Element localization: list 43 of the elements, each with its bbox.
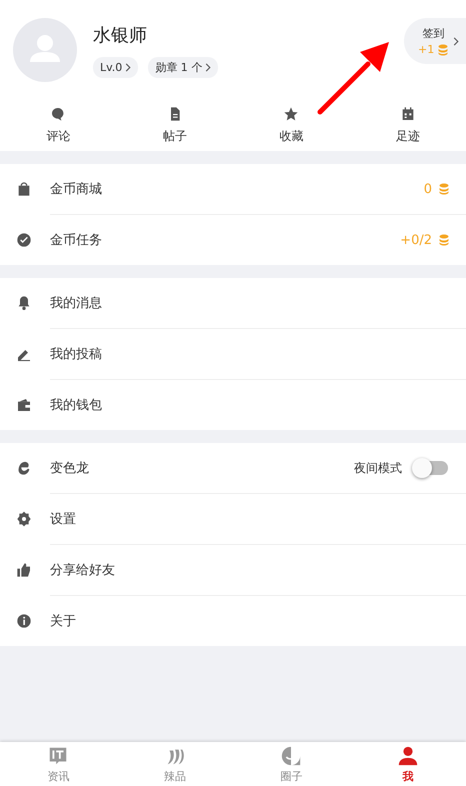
wallet-icon — [16, 397, 32, 413]
menu-item[interactable]: 我的投稿 — [50, 345, 450, 363]
toggle-label: 夜间模式 — [354, 460, 402, 476]
quick-action[interactable]: 收藏 — [279, 106, 304, 145]
menu-item[interactable]: 分享给好友 — [50, 561, 450, 579]
calendar-icon — [400, 106, 416, 122]
nav-tab[interactable]: 资讯 — [0, 742, 116, 786]
menu-item[interactable]: 金币任务 — [50, 231, 400, 249]
leaf-e-icon — [16, 460, 32, 476]
settings-icon — [16, 511, 32, 527]
menu-item[interactable]: 关于 — [50, 612, 450, 630]
menu-item[interactable]: 变色龙 — [50, 459, 354, 477]
menu-item[interactable]: 我的消息 — [50, 294, 450, 312]
coin-count: 0 — [424, 182, 432, 196]
nav-tab[interactable]: 辣品 — [116, 742, 233, 786]
chevron-icon — [453, 36, 460, 46]
shopping-bag-icon — [16, 181, 32, 197]
check-circle-icon — [16, 232, 32, 248]
coin-count: +0/2 — [400, 232, 432, 248]
menu-item[interactable]: 我的钱包 — [50, 396, 450, 414]
quick-action[interactable]: 足迹 — [396, 106, 420, 145]
star-icon — [283, 106, 300, 122]
chevron-icon — [125, 62, 132, 72]
user-icon — [396, 744, 419, 766]
quick-action[interactable]: 评论 — [46, 106, 70, 145]
thumbs-up-icon — [16, 562, 32, 578]
bell-icon — [16, 295, 32, 311]
coin-stack-icon — [437, 44, 450, 56]
badge-link[interactable]: 勋章 1 个 — [148, 56, 218, 78]
nav-tab[interactable]: 圈子 — [233, 742, 350, 786]
badge-link[interactable]: Lv.0 — [93, 56, 138, 78]
speech-bubble-icon — [50, 106, 66, 122]
quick-action[interactable]: 帖子 — [162, 106, 187, 145]
chevron-icon — [205, 62, 212, 72]
night-mode-switch[interactable] — [414, 461, 448, 475]
nav-tab[interactable]: 我 — [350, 742, 466, 786]
check-in-button[interactable]: 签到 +1 — [404, 18, 466, 64]
coin-stack-icon — [438, 234, 450, 246]
menu-item[interactable]: 金币商城 — [50, 180, 424, 198]
info-icon — [16, 613, 32, 629]
menu-item[interactable]: 设置 — [50, 510, 450, 528]
coin-stack-icon — [438, 183, 450, 195]
user-name: 水银师 — [93, 24, 148, 46]
